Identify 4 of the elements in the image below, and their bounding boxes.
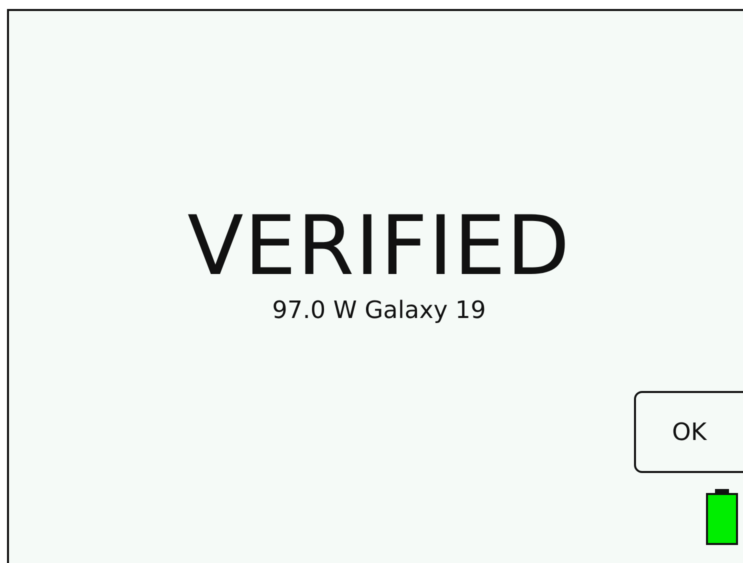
status-detail: 97.0 W Galaxy 19 [272,295,486,325]
battery-icon [706,489,738,545]
ok-button[interactable]: OK [634,391,743,473]
status-title: VERIFIED [187,201,571,293]
